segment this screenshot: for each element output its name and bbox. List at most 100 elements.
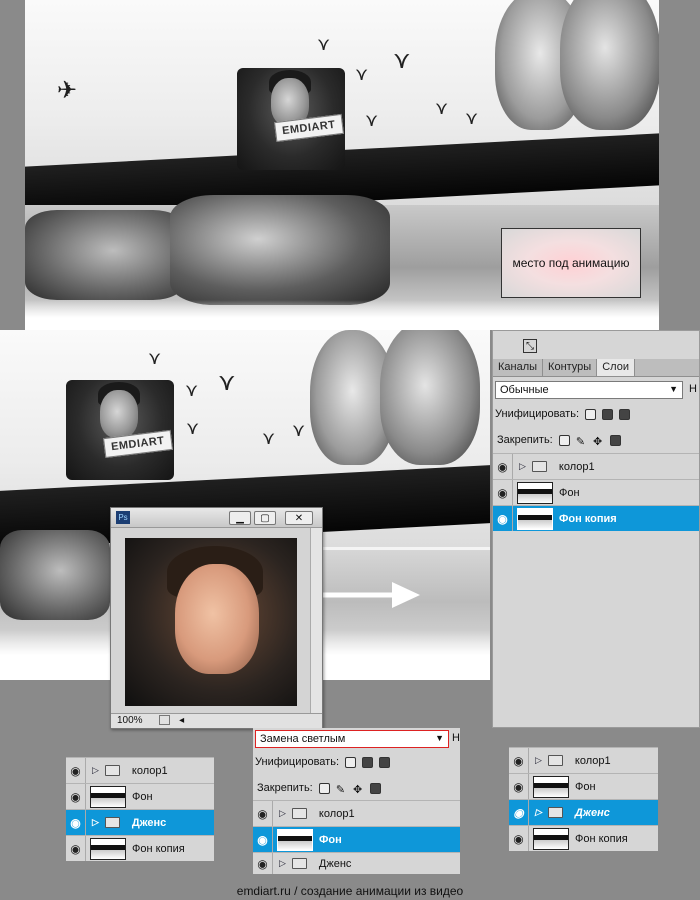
expand-triangle-icon[interactable]: ▷ [535,755,542,766]
eyes-closeup-right [170,195,390,305]
large-face-right [560,0,659,130]
maximize-button[interactable]: ▢ [254,511,276,525]
lock-brush-icon[interactable]: ✎ [576,435,587,448]
lock-transparency-icon[interactable] [318,782,330,794]
layer-name: Дженс [131,816,167,829]
folder-icon [291,858,307,869]
bird-icon: ⋎ [393,46,411,74]
layer-row-selected[interactable]: ◉ Фон [253,826,460,852]
layer-row[interactable]: ◉ ▷ колор1 [253,800,460,826]
layer-row[interactable]: ◉ Фон [66,783,214,809]
visibility-eye-icon[interactable]: ◉ [493,480,513,505]
lock-move-icon[interactable]: ✥ [593,435,604,448]
unify-label: Унифицировать: [255,756,340,768]
expand-triangle-icon[interactable]: ▷ [279,808,286,819]
visibility-eye-icon[interactable]: ◉ [66,784,86,809]
lock-transparency-icon[interactable] [558,434,570,446]
visibility-eye-icon[interactable]: ◉ [509,800,529,825]
portrait-head [175,564,259,674]
visibility-eye-icon[interactable]: ◉ [66,810,86,835]
layer-thumbnail [517,481,553,504]
photoshop-document-window[interactable]: Ps ▁ ▢ ✕ 100% ◂ [110,507,323,729]
tab-layers[interactable]: Слои [597,359,635,376]
layer-row-selected[interactable]: ◉ ▷ Дженс [509,799,658,825]
layer-name: Дженс [574,806,610,819]
folder-icon [547,807,563,818]
layer-name: колор1 [131,764,168,777]
visibility-eye-icon[interactable]: ◉ [253,853,273,874]
visibility-eye-icon[interactable]: ◉ [509,774,529,799]
unify-position-icon[interactable] [345,756,357,768]
right-arrow-icon [312,582,420,608]
close-button[interactable]: ✕ [285,511,313,525]
layer-row-selected[interactable]: ◉ Фон копия [493,505,699,531]
bird-icon: ⋎ [292,420,306,441]
expand-triangle-icon[interactable]: ▷ [535,807,542,818]
expand-triangle-icon[interactable]: ▷ [279,858,286,869]
layer-row-selected[interactable]: ◉ ▷ Дженс [66,809,214,835]
unify-visibility-icon[interactable] [362,756,374,768]
visibility-eye-icon[interactable]: ◉ [253,827,273,852]
minimize-button[interactable]: ▁ [229,511,251,525]
eyes-closeup-left [25,210,185,300]
visibility-eye-icon[interactable]: ◉ [66,758,86,783]
layer-thumbnail [277,828,313,851]
animation-placeholder: место под анимацию [501,228,641,298]
layer-row[interactable]: ◉ ▷ Дженс [253,852,460,874]
folder-icon [291,808,307,819]
lock-brush-icon[interactable]: ✎ [336,783,347,796]
ink-splash-bottom [25,300,659,330]
tab-channels[interactable]: Каналы [493,359,544,376]
expand-triangle-icon[interactable]: ▷ [92,765,99,776]
visibility-eye-icon[interactable]: ◉ [493,506,513,531]
layer-name: Дженс [318,857,352,870]
bird-icon: ⋎ [262,428,276,449]
unify-style-icon[interactable] [619,408,631,420]
bird-icon: ⋎ [435,98,449,119]
layer-row[interactable]: ◉ ▷ колор1 [509,747,658,773]
unify-style-icon[interactable] [379,756,391,768]
lock-label: Закрепить: [497,434,553,446]
blend-mode-select[interactable]: Обычные ▼ [495,381,683,399]
blend-mode-select[interactable]: Замена светлым ▼ [255,730,449,748]
layers-panel: ⤡ Каналы Контуры Слои Обычные ▼ Н Унифиц… [492,330,700,728]
visibility-eye-icon[interactable]: ◉ [493,454,513,479]
visibility-eye-icon[interactable]: ◉ [253,801,273,826]
status-menu-icon[interactable] [159,715,171,726]
bird-icon: ⋎ [186,418,200,439]
layer-name: колор1 [558,460,595,473]
lock-all-icon[interactable] [610,434,621,446]
unify-visibility-icon[interactable] [602,408,614,420]
layers-snippet-left: ◉ ▷ колор1 ◉ Фон ◉ ▷ Дженс ◉ Фон копия [66,757,214,861]
layer-row[interactable]: ◉ Фон [509,773,658,799]
lock-row: Закрепить: ✎ ✥ [257,782,381,796]
panel-expand-icon[interactable]: ⤡ [523,339,537,353]
status-bar: 100% ◂ [111,713,322,728]
unify-row: Унифицировать: [255,756,391,768]
layer-row[interactable]: ◉ Фон копия [66,835,214,861]
lock-row: Закрепить: ✎ ✥ [497,434,621,448]
visibility-eye-icon[interactable]: ◉ [66,836,86,861]
unify-position-icon[interactable] [585,408,597,420]
bird-icon: ⋎ [355,64,369,85]
tab-paths[interactable]: Контуры [543,359,598,376]
visibility-eye-icon[interactable]: ◉ [509,748,529,773]
footer-caption: emdiart.ru / создание анимации из видео [236,884,464,898]
zoom-level[interactable]: 100% [117,715,143,726]
layer-thumbnail [90,785,126,808]
layer-row[interactable]: ◉ Фон копия [509,825,658,851]
layer-name: Фон [319,833,342,846]
window-titlebar[interactable]: Ps ▁ ▢ ✕ [111,508,322,528]
scroll-left-icon[interactable]: ◂ [179,715,184,726]
eyes-closeup-left [0,530,110,620]
vertical-scrollbar[interactable] [310,528,322,713]
layer-row[interactable]: ◉ ▷ колор1 [66,757,214,783]
lock-all-icon[interactable] [370,782,381,794]
expand-triangle-icon[interactable]: ▷ [92,817,99,828]
expand-triangle-icon[interactable]: ▷ [519,461,526,472]
visibility-eye-icon[interactable]: ◉ [509,826,529,851]
blend-mode-value: Обычные [500,384,549,396]
layer-row[interactable]: ◉ ▷ колор1 [493,453,699,479]
lock-move-icon[interactable]: ✥ [353,783,364,796]
layer-row[interactable]: ◉ Фон [493,479,699,505]
